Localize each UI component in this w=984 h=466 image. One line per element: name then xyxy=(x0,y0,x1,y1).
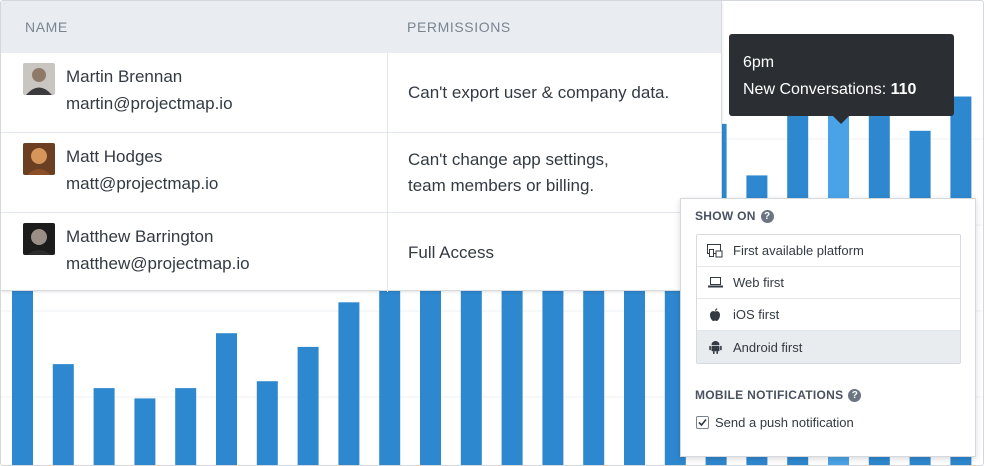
option-first-available-platform[interactable]: First available platform xyxy=(697,235,960,267)
user-name: Matthew Barrington xyxy=(66,227,214,246)
option-label: First available platform xyxy=(733,243,864,258)
tooltip-label: New Conversations: xyxy=(743,81,887,98)
checkmark-icon xyxy=(698,418,707,427)
permissions-cell: Can't export user & company data. xyxy=(388,53,669,132)
tooltip-time: 6pm xyxy=(743,54,775,71)
users-permissions-table: NAME PERMISSIONS Martin Brennan martin@p… xyxy=(1,1,722,292)
tooltip-value: 110 xyxy=(890,81,917,98)
show-on-title: SHOW ON xyxy=(695,209,756,223)
option-label: iOS first xyxy=(733,307,780,322)
mobile-notifications-title: MOBILE NOTIFICATIONS xyxy=(695,388,844,402)
help-icon[interactable]: ? xyxy=(848,388,862,402)
tooltip-arrow xyxy=(833,116,849,124)
tooltip-metric: New Conversations: 110 xyxy=(743,76,940,103)
permissions-cell: Full Access xyxy=(388,213,494,292)
laptop-icon xyxy=(707,275,723,291)
option-android-first[interactable]: Android first xyxy=(697,331,960,363)
chart-bar[interactable] xyxy=(256,381,278,466)
chart-bar[interactable] xyxy=(93,388,115,466)
permissions-cell: Can't change app settings, team members … xyxy=(388,133,609,212)
avatar xyxy=(23,223,55,255)
user-name: Matt Hodges xyxy=(66,147,163,166)
table-row[interactable]: Matthew Barrington matthew@projectmap.io… xyxy=(1,213,721,292)
permissions-column-header[interactable]: PERMISSIONS xyxy=(385,19,511,35)
option-label: Web first xyxy=(733,275,785,290)
chart-bar[interactable] xyxy=(175,388,197,466)
permissions-text: Can't export user & company data. xyxy=(408,82,670,102)
show-on-options: First available platform Web first iOS f… xyxy=(696,234,961,364)
mobile-notifications-heading: MOBILE NOTIFICATIONS ? xyxy=(695,388,862,402)
option-web-first[interactable]: Web first xyxy=(697,267,960,299)
name-cell: Matt Hodges matt@projectmap.io xyxy=(1,133,388,212)
permissions-text: Can't change app settings, team members … xyxy=(408,149,609,195)
permissions-text: Full Access xyxy=(408,242,494,262)
chart-bar[interactable] xyxy=(338,302,360,466)
push-notification-label: Send a push notification xyxy=(715,415,854,430)
chart-tooltip: 6pm New Conversations: 110 xyxy=(729,34,954,116)
app-frame: NAME PERMISSIONS Martin Brennan martin@p… xyxy=(0,0,984,466)
chart-bar[interactable] xyxy=(134,398,156,466)
avatar xyxy=(23,143,55,175)
apple-icon xyxy=(707,307,723,323)
user-email: martin@projectmap.io xyxy=(66,94,233,113)
user-email: matthew@projectmap.io xyxy=(66,254,250,273)
name-cell: Matthew Barrington matthew@projectmap.io xyxy=(1,213,388,292)
table-row[interactable]: Martin Brennan martin@projectmap.io Can'… xyxy=(1,53,721,133)
show-on-heading: SHOW ON ? xyxy=(695,209,774,223)
chart-bar[interactable] xyxy=(216,333,237,466)
table-row[interactable]: Matt Hodges matt@projectmap.io Can't cha… xyxy=(1,133,721,213)
help-icon[interactable]: ? xyxy=(760,209,774,223)
user-email: matt@projectmap.io xyxy=(66,174,219,193)
option-label: Android first xyxy=(733,339,803,355)
user-name: Martin Brennan xyxy=(66,67,183,86)
chart-bar[interactable] xyxy=(52,364,74,466)
option-ios-first[interactable]: iOS first xyxy=(697,299,960,331)
show-on-panel: SHOW ON ? First available platform Web f… xyxy=(680,198,976,457)
avatar xyxy=(23,63,55,95)
name-column-header[interactable]: NAME xyxy=(1,19,385,35)
android-icon xyxy=(707,339,723,355)
multi-device-icon xyxy=(707,243,723,259)
push-notification-row[interactable]: Send a push notification xyxy=(696,415,854,430)
chart-bar[interactable] xyxy=(297,346,319,466)
name-cell: Martin Brennan martin@projectmap.io xyxy=(1,53,388,132)
push-notification-checkbox[interactable] xyxy=(696,416,709,429)
table-header: NAME PERMISSIONS xyxy=(1,1,721,53)
